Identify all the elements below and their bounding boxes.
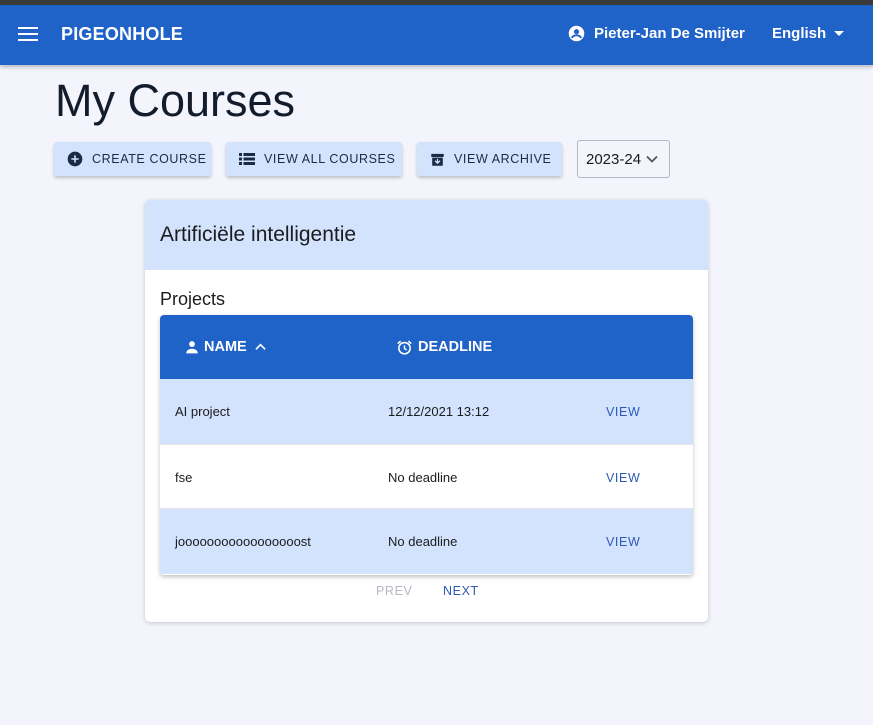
project-name: jooooooooooooooooost xyxy=(175,534,311,549)
chevron-down-icon xyxy=(646,155,658,163)
next-page-button[interactable]: NEXT xyxy=(443,584,479,598)
account-circle-icon xyxy=(568,25,585,42)
view-all-courses-label: VIEW ALL COURSES xyxy=(264,152,396,166)
course-title[interactable]: Artificiële intelligentie xyxy=(145,200,708,270)
academic-year-select[interactable]: 2023-24 xyxy=(577,140,670,178)
create-course-button[interactable]: CREATE COURSE xyxy=(54,142,211,176)
view-project-button[interactable]: VIEW xyxy=(606,509,640,574)
project-name: fse xyxy=(175,470,193,485)
column-header-name[interactable]: NAME xyxy=(185,315,266,379)
view-project-button[interactable]: VIEW xyxy=(606,445,640,510)
sort-up-icon xyxy=(255,343,266,350)
list-icon xyxy=(239,153,255,165)
view-archive-button[interactable]: VIEW ARCHIVE xyxy=(417,142,562,176)
table-row: jooooooooooooooooost No deadline VIEW xyxy=(160,509,693,574)
view-project-button[interactable]: VIEW xyxy=(606,379,640,444)
project-deadline: No deadline xyxy=(388,470,458,485)
projects-table: NAME DEADLINE AI project 12/12/2021 13:1… xyxy=(160,315,693,575)
app-bar: PIGEONHOLE Pieter-Jan De Smijter English xyxy=(0,5,873,65)
project-deadline: No deadline xyxy=(388,534,458,549)
add-circle-icon xyxy=(67,151,83,167)
app-brand[interactable]: PIGEONHOLE xyxy=(61,24,183,45)
user-menu[interactable]: Pieter-Jan De Smijter xyxy=(568,25,745,42)
create-course-label: CREATE COURSE xyxy=(92,152,207,166)
projects-heading: Projects xyxy=(160,289,226,309)
language-label: English xyxy=(772,25,827,42)
table-row: fse No deadline VIEW xyxy=(160,444,693,509)
prev-page-button[interactable]: PREV xyxy=(376,584,412,598)
table-header: NAME DEADLINE xyxy=(160,315,693,379)
view-all-courses-button[interactable]: VIEW ALL COURSES xyxy=(226,142,402,176)
column-name-label: NAME xyxy=(204,339,247,355)
person-icon xyxy=(186,341,198,354)
academic-year-value: 2023-24 xyxy=(586,150,642,168)
caret-down-icon xyxy=(834,31,845,36)
menu-icon[interactable] xyxy=(18,27,38,43)
archive-icon xyxy=(431,153,444,166)
project-deadline: 12/12/2021 13:12 xyxy=(388,404,490,419)
user-name: Pieter-Jan De Smijter xyxy=(594,25,745,42)
page-title: My Courses xyxy=(55,75,296,126)
column-deadline-label: DEADLINE xyxy=(418,339,493,355)
language-select[interactable]: English xyxy=(772,25,845,42)
view-archive-label: VIEW ARCHIVE xyxy=(454,152,552,166)
course-card: Artificiële intelligentie Projects NAME xyxy=(145,200,708,622)
column-header-deadline[interactable]: DEADLINE xyxy=(396,315,492,379)
alarm-clock-icon xyxy=(397,340,412,355)
project-name: AI project xyxy=(175,404,230,419)
table-row: AI project 12/12/2021 13:12 VIEW xyxy=(160,379,693,444)
